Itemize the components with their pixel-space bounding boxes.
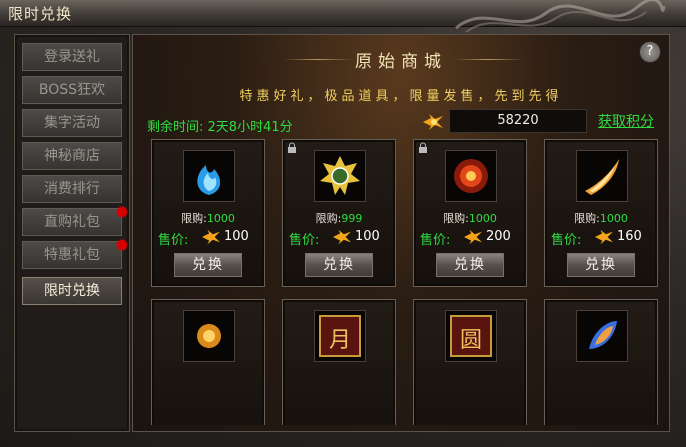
sidebar: 登录送礼 BOSS狂欢 集字活动 神秘商店 消费排行 直购礼包 特惠礼包 限时兑… xyxy=(14,34,130,432)
sidebar-item-label: 集字活动 xyxy=(44,115,100,131)
item-slot[interactable] xyxy=(445,150,497,202)
points-icon xyxy=(333,229,351,245)
price-value: 200 xyxy=(486,229,511,244)
item-grid: 限购:1000 售价: 100 兑换 限购:999 售价: 100 兑换 限购:… xyxy=(151,139,663,425)
shop-item-card: 限购:1000 售价: 160 兑换 xyxy=(544,139,658,287)
item-slot[interactable] xyxy=(183,150,235,202)
exchange-button[interactable]: 兑换 xyxy=(567,253,635,277)
spirit-stone-icon xyxy=(589,321,617,349)
exchange-button[interactable]: 兑换 xyxy=(174,253,242,277)
shop-item-card: 圆 xyxy=(413,299,527,425)
sidebar-item-label: BOSS狂欢 xyxy=(38,82,106,98)
shop-item-card: 限购:999 售价: 100 兑换 xyxy=(282,139,396,287)
price-label: 售价: xyxy=(158,233,189,248)
fire-orb-icon xyxy=(454,159,488,193)
purchase-limit: 限购:1000 xyxy=(545,210,657,226)
shop-item-card: 限购:1000 售价: 100 兑换 xyxy=(151,139,265,287)
sidebar-item-boss-carnival[interactable]: BOSS狂欢 xyxy=(22,76,122,104)
limit-value: 1000 xyxy=(206,212,235,225)
shop-item-card: 限购:1000 售价: 200 兑换 xyxy=(413,139,527,287)
sidebar-item-label: 特惠礼包 xyxy=(44,247,100,263)
sidebar-item-direct-packs[interactable]: 直购礼包 xyxy=(22,207,127,236)
exchange-button[interactable]: 兑换 xyxy=(305,253,373,277)
shop-item-card xyxy=(544,299,658,425)
limit-label: 限购: xyxy=(574,212,600,225)
remaining-time: 剩余时间: 2天8小时41分 xyxy=(147,116,293,135)
amber-gem-icon xyxy=(197,324,221,348)
timer-label: 剩余时间: xyxy=(147,120,204,135)
item-slot[interactable] xyxy=(576,150,628,202)
points-icon xyxy=(464,229,482,245)
price-label: 售价: xyxy=(551,233,582,248)
sidebar-item-limited-exchange[interactable]: 限时兑换 xyxy=(22,277,122,305)
title-bar: 限时兑换 xyxy=(0,0,686,33)
points-icon xyxy=(423,114,443,130)
shop-item-card xyxy=(151,299,265,425)
exchange-button[interactable]: 兑换 xyxy=(436,253,504,277)
lock-icon xyxy=(288,142,296,153)
token-glyph: 圆 xyxy=(459,328,482,353)
sidebar-item-label: 消费排行 xyxy=(44,181,100,197)
gold-seal-icon xyxy=(320,156,360,195)
price-label: 售价: xyxy=(420,233,451,248)
limit-label: 限购: xyxy=(181,212,207,225)
shop-panel: 原始商城 ? 特惠好礼，极品道具，限量发售，先到先得 剩余时间: 2天8小时41… xyxy=(132,34,670,432)
item-slot[interactable]: 圆 xyxy=(445,310,497,362)
sidebar-item-label: 直购礼包 xyxy=(44,214,100,230)
sidebar-item-mystery-shop[interactable]: 神秘商店 xyxy=(22,142,122,170)
price-value: 100 xyxy=(224,229,249,244)
limit-value: 1000 xyxy=(599,212,628,225)
price-value: 160 xyxy=(617,229,642,244)
flame-blade-icon xyxy=(585,159,619,195)
price-label: 售价: xyxy=(289,233,320,248)
limit-label: 限购: xyxy=(443,212,469,225)
dragon-ornament-icon xyxy=(455,0,666,33)
points-balance: 58220 xyxy=(449,109,587,133)
sidebar-item-spend-ranking[interactable]: 消费排行 xyxy=(22,175,122,203)
notification-dot xyxy=(117,240,127,250)
item-slot[interactable] xyxy=(576,310,628,362)
sidebar-item-login-gift[interactable]: 登录送礼 xyxy=(22,43,122,71)
sidebar-item-special-packs[interactable]: 特惠礼包 xyxy=(22,240,127,269)
purchase-limit: 限购:1000 xyxy=(152,210,264,226)
limit-value: 1000 xyxy=(468,212,497,225)
token-glyph: 月 xyxy=(328,328,351,353)
purchase-limit: 限购:1000 xyxy=(414,210,526,226)
sidebar-item-label: 神秘商店 xyxy=(44,148,100,164)
limit-value: 999 xyxy=(341,212,363,225)
sidebar-item-collect-words[interactable]: 集字活动 xyxy=(22,109,122,137)
points-icon xyxy=(595,229,613,245)
sidebar-item-label: 登录送礼 xyxy=(44,49,100,65)
purchase-limit: 限购:999 xyxy=(283,210,395,226)
shop-title: 原始商城 xyxy=(355,52,447,72)
help-button[interactable]: ? xyxy=(639,41,661,63)
sidebar-item-label: 限时兑换 xyxy=(44,283,100,299)
item-slot[interactable] xyxy=(314,150,366,202)
item-slot[interactable] xyxy=(183,310,235,362)
timer-value: 2天8小时41分 xyxy=(207,120,293,135)
notification-dot xyxy=(117,207,127,217)
item-slot[interactable]: 月 xyxy=(314,310,366,362)
shop-window: 限时兑换 登录送礼 BOSS狂欢 集字活动 神秘商店 消费排行 直购礼包 特惠礼… xyxy=(0,0,686,447)
window-title: 限时兑换 xyxy=(8,5,73,23)
limit-label: 限购: xyxy=(315,212,342,225)
price-value: 100 xyxy=(355,229,380,244)
shop-slogan: 特惠好礼，极品道具，限量发售，先到先得 xyxy=(239,89,563,104)
get-points-link[interactable]: 获取积分 xyxy=(598,111,654,131)
blue-flame-icon xyxy=(197,165,221,195)
lock-icon xyxy=(419,142,427,153)
points-icon xyxy=(202,229,220,245)
shop-item-card: 月 xyxy=(282,299,396,425)
